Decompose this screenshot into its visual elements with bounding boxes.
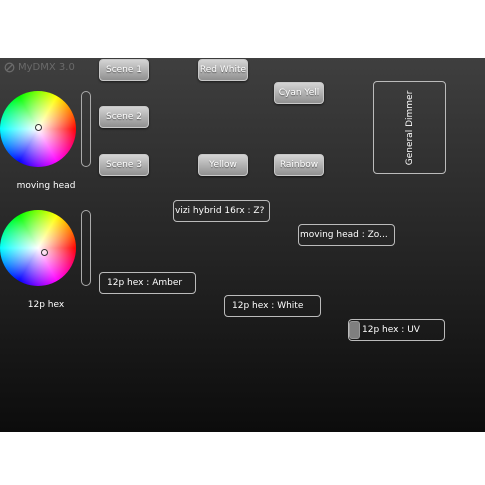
fader-12p-hex-amber[interactable]: 12p hex : Amber bbox=[99, 272, 196, 294]
fader-label: 12p hex : UV bbox=[362, 325, 420, 335]
color-picker-marker[interactable] bbox=[41, 249, 48, 256]
scene-1-button[interactable]: Scene 1 bbox=[99, 59, 149, 81]
fader-label: moving head : Zo... bbox=[300, 230, 388, 240]
color-picker-marker[interactable] bbox=[35, 124, 42, 131]
12p-hex-intensity-slider[interactable] bbox=[81, 210, 91, 286]
fader-12p-hex-white[interactable]: 12p hex : White bbox=[224, 295, 321, 317]
cyan-yell-button[interactable]: Cyan Yell bbox=[274, 82, 324, 104]
fader-label: 12p hex : Amber bbox=[107, 278, 183, 288]
app-title: MyDMX 3.0 bbox=[18, 62, 75, 73]
fader-label: 12p hex : White bbox=[232, 301, 304, 311]
moving-head-intensity-slider[interactable] bbox=[81, 91, 91, 167]
mydmx-logo-icon bbox=[4, 62, 15, 73]
scene-3-button[interactable]: Scene 3 bbox=[99, 154, 149, 176]
fader-12p-hex-uv[interactable]: 12p hex : UV bbox=[348, 319, 445, 341]
app-window: MyDMX 3.0 Scene 1 Scene 2 Scene 3 Red Wh… bbox=[0, 58, 485, 432]
scene-2-button[interactable]: Scene 2 bbox=[99, 106, 149, 128]
red-white-button[interactable]: Red White bbox=[198, 59, 248, 81]
rainbow-button[interactable]: Rainbow bbox=[274, 154, 324, 176]
fader-label: vizi hybrid 16rx : Z? bbox=[175, 206, 265, 216]
fader-moving-head-zoom[interactable]: moving head : Zo... bbox=[298, 224, 395, 246]
moving-head-label: moving head bbox=[16, 181, 76, 191]
fader-vizi-hybrid-zoom[interactable]: vizi hybrid 16rx : Z? bbox=[173, 200, 270, 222]
moving-head-color-wheel[interactable] bbox=[0, 91, 76, 167]
12p-hex-color-wheel[interactable] bbox=[0, 210, 76, 286]
app-logo: MyDMX 3.0 bbox=[4, 62, 75, 73]
general-dimmer-fader[interactable]: General Dimmer bbox=[373, 81, 446, 174]
yellow-button[interactable]: Yellow bbox=[198, 154, 248, 176]
12p-hex-label: 12p hex bbox=[27, 300, 65, 310]
general-dimmer-label: General Dimmer bbox=[404, 90, 415, 165]
